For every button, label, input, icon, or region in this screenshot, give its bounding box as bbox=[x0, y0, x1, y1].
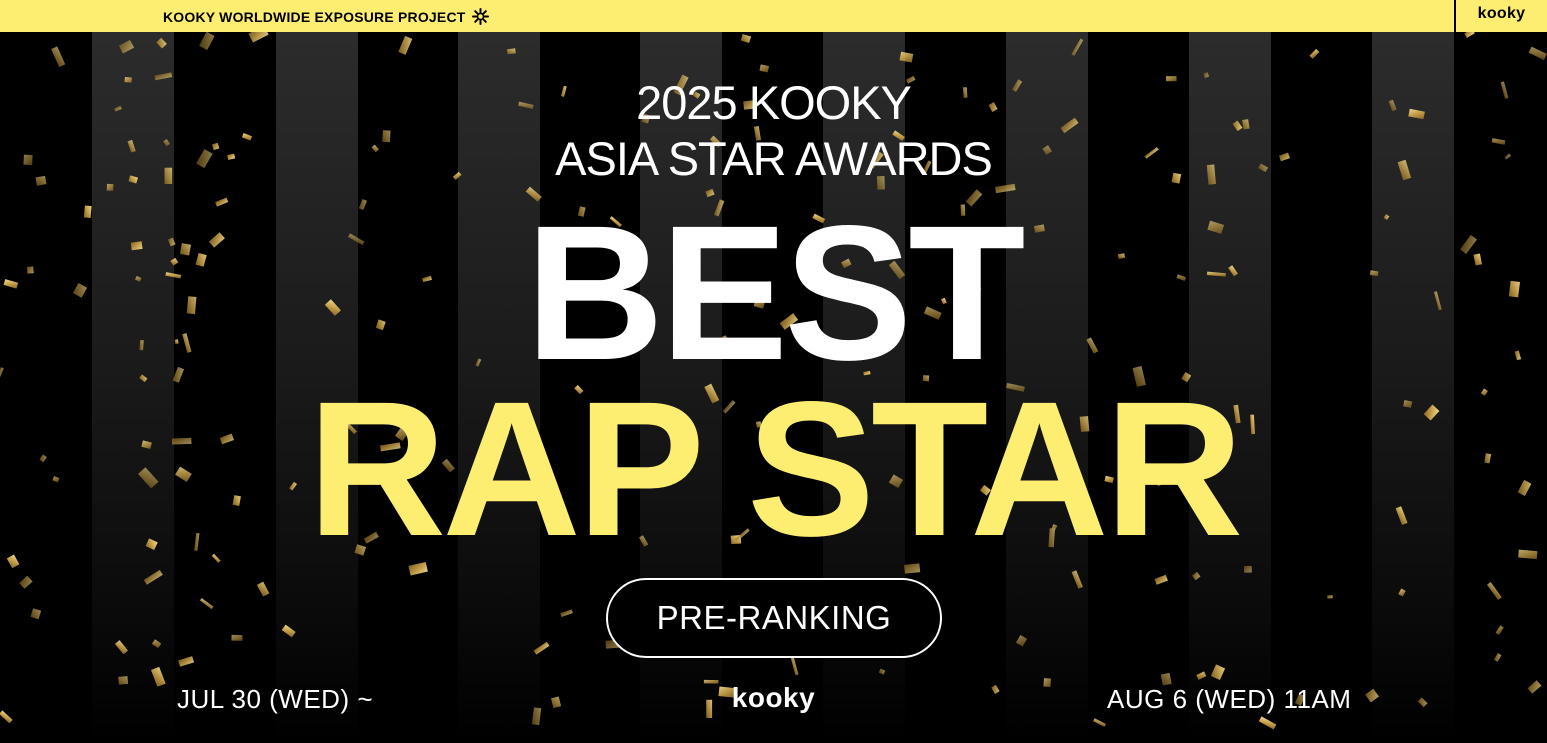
sparkle-icon bbox=[471, 8, 489, 25]
confetti-piece bbox=[1493, 653, 1502, 662]
confetti-piece bbox=[506, 48, 516, 55]
confetti-piece bbox=[256, 581, 270, 597]
confetti-piece bbox=[30, 608, 42, 620]
confetti-piece bbox=[740, 34, 752, 44]
confetti-piece bbox=[248, 32, 269, 43]
confetti-piece bbox=[1486, 582, 1502, 601]
awards-name-title: ASIA STAR AWARDS bbox=[555, 132, 993, 185]
confetti-piece bbox=[199, 32, 215, 50]
project-label-text: KOOKY WORLDWIDE EXPOSURE PROJECT bbox=[163, 8, 466, 25]
confetti-piece bbox=[143, 569, 163, 585]
project-label[interactable]: KOOKY WORLDWIDE EXPOSURE PROJECT bbox=[163, 8, 489, 25]
confetti-piece bbox=[899, 51, 914, 63]
confetti-piece bbox=[156, 37, 167, 49]
confetti-piece bbox=[1309, 48, 1320, 59]
confetti-piece bbox=[1495, 625, 1504, 635]
confetti-piece bbox=[118, 39, 135, 54]
confetti-piece bbox=[231, 634, 243, 641]
confetti-piece bbox=[151, 639, 162, 649]
confetti-piece bbox=[1210, 664, 1226, 681]
headline-best: BEST bbox=[525, 185, 1025, 400]
confetti-piece bbox=[1071, 38, 1084, 56]
headline-rap-star: RAP STAR bbox=[307, 361, 1244, 576]
confetti-piece bbox=[1327, 595, 1333, 599]
hero-banner: 2025 KOOKY ASIA STAR AWARDS BEST RAP STA… bbox=[0, 32, 1547, 743]
confetti-piece bbox=[1093, 718, 1106, 727]
confetti-piece bbox=[759, 64, 770, 73]
confetti-piece bbox=[114, 640, 128, 655]
pre-ranking-button[interactable]: PRE-RANKING bbox=[606, 578, 942, 658]
confetti-piece bbox=[1398, 588, 1406, 597]
confetti-piece bbox=[1464, 32, 1475, 38]
confetti-piece bbox=[199, 597, 214, 610]
confetti-piece bbox=[878, 668, 886, 675]
awards-year-title: 2025 KOOKY bbox=[636, 76, 912, 129]
confetti-piece bbox=[1528, 46, 1547, 61]
top-banner: KOOKY WORLDWIDE EXPOSURE PROJECT kooky bbox=[0, 0, 1547, 32]
confetti-piece bbox=[533, 641, 550, 655]
confetti-piece bbox=[51, 46, 66, 68]
voting-end-date: AUG 6 (WED) 11AM bbox=[1107, 684, 1352, 714]
confetti-piece bbox=[1243, 565, 1252, 573]
confetti-piece bbox=[398, 35, 413, 55]
confetti-piece bbox=[1196, 671, 1207, 680]
confetti-piece bbox=[560, 609, 573, 617]
kooky-logo-link[interactable]: kooky bbox=[1456, 5, 1547, 23]
confetti-piece bbox=[178, 656, 195, 667]
confetti-piece bbox=[790, 655, 799, 676]
confetti-piece bbox=[281, 624, 296, 638]
confetti-piece bbox=[1258, 716, 1277, 730]
confetti-piece bbox=[1016, 634, 1028, 647]
confetti-piece bbox=[1154, 574, 1168, 585]
confetti-piece bbox=[19, 575, 33, 589]
